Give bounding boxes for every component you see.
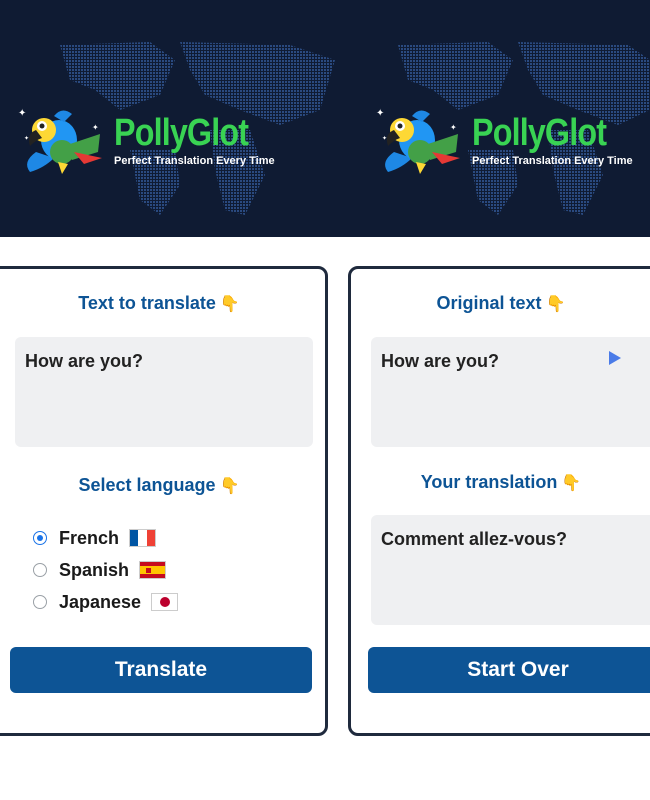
svg-text:✦: ✦: [376, 108, 384, 119]
svg-text:✦: ✦: [450, 123, 457, 132]
brand-name: PollyGlot: [472, 113, 607, 154]
pointing-down-icon: 👇: [219, 478, 240, 495]
svg-text:✦: ✦: [382, 135, 387, 142]
logo: ✦ ✦ ✦ PollyGlot Perfect Translation Ever…: [14, 100, 275, 180]
header-banner-left: ✦ ✦ ✦ PollyGlot Perfect Translation Ever…: [0, 0, 338, 237]
pointing-down-icon: 👇: [545, 296, 566, 313]
parrot-icon: ✦ ✦ ✦: [376, 108, 460, 174]
text-to-translate-heading: Text to translate 👇: [78, 293, 240, 313]
radio-button[interactable]: [33, 563, 47, 577]
radio-button[interactable]: [33, 531, 47, 545]
parrot-icon: ✦ ✦ ✦: [18, 108, 102, 174]
svg-text:✦: ✦: [92, 123, 99, 132]
svg-text:✦: ✦: [24, 135, 29, 142]
svg-text:✦: ✦: [18, 108, 26, 119]
translation-output-field[interactable]: Comment allez-vous?: [371, 515, 650, 625]
select-language-heading: Select language 👇: [78, 475, 240, 495]
mouse-cursor-icon: [609, 351, 621, 365]
source-text-input[interactable]: How are you?: [15, 337, 313, 447]
france-flag-icon: [129, 529, 157, 547]
brand-tagline: Perfect Translation Every Time: [114, 155, 275, 167]
language-option-japanese[interactable]: Japanese: [33, 586, 179, 618]
radio-button[interactable]: [33, 595, 47, 609]
japan-flag-icon: [151, 593, 179, 611]
pointing-down-icon: 👇: [561, 475, 582, 492]
language-option-french[interactable]: French: [33, 522, 178, 554]
original-text-heading: Original text 👇: [436, 293, 566, 313]
your-translation-heading: Your translation 👇: [420, 472, 582, 492]
translate-button[interactable]: Translate: [10, 647, 312, 693]
pointing-down-icon: 👇: [219, 296, 240, 313]
language-option-spanish[interactable]: Spanish: [33, 554, 178, 586]
brand-tagline: Perfect Translation Every Time: [472, 155, 633, 167]
language-radio-group: French Spanish Japanese: [33, 522, 179, 618]
translation-result-card: Original text 👇 How are you? Your transla…: [348, 266, 650, 736]
logo: ✦ ✦ ✦ PollyGlot Perfect Translation Ever…: [372, 100, 650, 180]
spain-flag-icon: [139, 561, 167, 579]
translate-input-card: Text to translate 👇 How are you? Select l…: [0, 266, 328, 736]
brand-name: PollyGlot: [114, 112, 249, 154]
start-over-button[interactable]: Start Over: [368, 647, 650, 693]
